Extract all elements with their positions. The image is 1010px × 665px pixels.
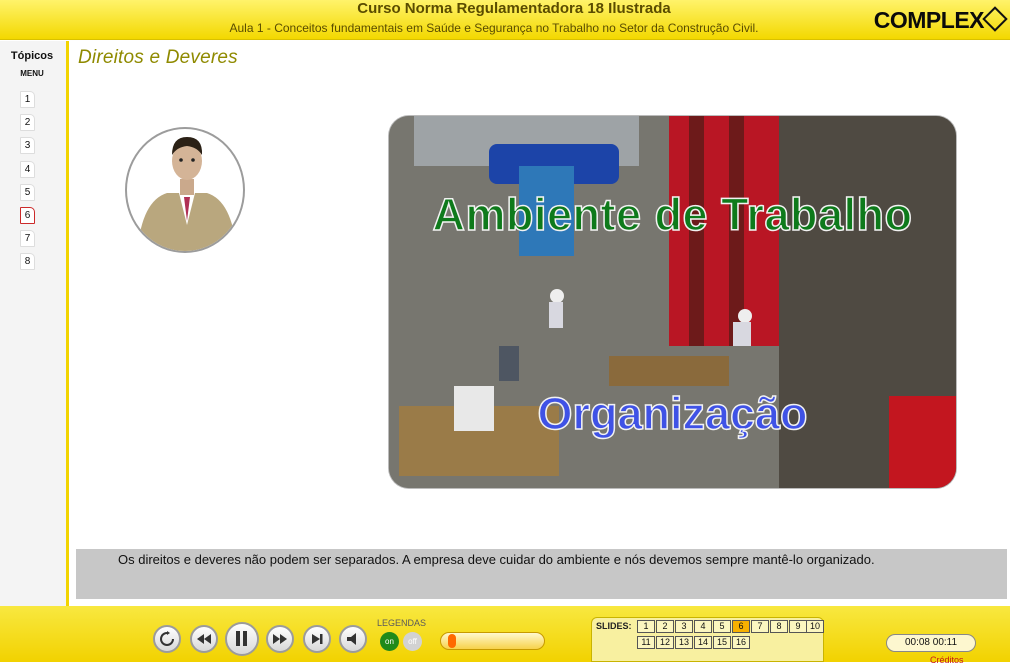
slide-button-14[interactable]: 14 bbox=[694, 636, 712, 649]
pause-icon bbox=[236, 631, 247, 646]
photo-subtitle: Organização bbox=[537, 387, 809, 440]
topic-item-2[interactable]: 2 bbox=[20, 114, 35, 131]
replay-button[interactable] bbox=[153, 625, 181, 653]
slide-button-11[interactable]: 11 bbox=[637, 636, 655, 649]
sidebar-menu-label: MENU bbox=[20, 69, 44, 78]
complex-logo: COMPLEX bbox=[873, 7, 985, 33]
volume-knob[interactable] bbox=[447, 634, 456, 648]
slide-button-8[interactable]: 8 bbox=[770, 620, 788, 633]
caption-text: Os direitos e deveres não podem ser sepa… bbox=[118, 552, 875, 567]
credits-link[interactable]: Créditos bbox=[930, 655, 964, 665]
skip-end-button[interactable] bbox=[303, 625, 331, 653]
slide-button-12[interactable]: 12 bbox=[656, 636, 674, 649]
slide-button-7[interactable]: 7 bbox=[751, 620, 769, 633]
slide-button-13[interactable]: 13 bbox=[675, 636, 693, 649]
volume-slider[interactable] bbox=[440, 632, 545, 650]
topic-item-4[interactable]: 4 bbox=[20, 161, 35, 178]
fast-forward-icon bbox=[273, 634, 287, 644]
slide-button-16[interactable]: 16 bbox=[732, 636, 750, 649]
slides-navigator: SLIDES: 1 2 3 4 5 6 7 8 9 10 11 12 13 14… bbox=[591, 617, 824, 662]
topics-sidebar: Tópicos MENU 1 2 3 4 5 6 7 8 bbox=[0, 41, 69, 606]
rewind-icon bbox=[197, 634, 211, 644]
slide-button-6[interactable]: 6 bbox=[732, 620, 750, 633]
replay-icon bbox=[160, 631, 174, 646]
slide-button-4[interactable]: 4 bbox=[694, 620, 712, 633]
slide-button-3[interactable]: 3 bbox=[675, 620, 693, 633]
captions-label: LEGENDAS bbox=[377, 618, 427, 628]
lesson-title: Aula 1 - Conceitos fundamentais em Saúde… bbox=[229, 21, 759, 35]
slides-label: SLIDES: bbox=[596, 621, 632, 631]
skip-end-icon bbox=[312, 634, 323, 644]
photo-title: Ambiente de Trabalho bbox=[432, 188, 913, 241]
slide-button-9[interactable]: 9 bbox=[789, 620, 807, 633]
page-title: Direitos e Deveres bbox=[78, 47, 238, 68]
mute-button[interactable] bbox=[339, 625, 367, 653]
sidebar-title: Tópicos bbox=[10, 50, 54, 62]
topic-item-7[interactable]: 7 bbox=[20, 230, 35, 247]
header-bar: Curso Norma Regulamentadora 18 Ilustrada… bbox=[0, 0, 1010, 40]
fast-forward-button[interactable] bbox=[266, 625, 294, 653]
course-title: Curso Norma Regulamentadora 18 Ilustrada bbox=[357, 0, 671, 17]
topic-item-8[interactable]: 8 bbox=[20, 253, 35, 270]
topic-item-1[interactable]: 1 bbox=[20, 91, 35, 108]
presenter-avatar bbox=[125, 127, 245, 253]
slide-button-15[interactable]: 15 bbox=[713, 636, 731, 649]
rewind-button[interactable] bbox=[190, 625, 218, 653]
pause-button[interactable] bbox=[225, 622, 259, 656]
topic-item-6[interactable]: 6 bbox=[20, 207, 35, 224]
slide-button-1[interactable]: 1 bbox=[637, 620, 655, 633]
captions-on-button[interactable]: on bbox=[380, 632, 399, 651]
slide-button-10[interactable]: 10 bbox=[806, 620, 824, 633]
time-display: 00:08 00:11 bbox=[886, 634, 976, 652]
player-bar: LEGENDAS on off SLIDES: 1 2 3 4 5 6 7 8 … bbox=[0, 606, 1010, 665]
construction-site-photo: Ambiente de Trabalho Organização bbox=[389, 116, 956, 488]
topic-item-3[interactable]: 3 bbox=[20, 137, 35, 154]
captions-off-button[interactable]: off bbox=[403, 632, 422, 651]
topic-item-5[interactable]: 5 bbox=[20, 184, 35, 201]
caption-bar: Os direitos e deveres não podem ser sepa… bbox=[76, 549, 1007, 599]
slide-button-2[interactable]: 2 bbox=[656, 620, 674, 633]
slide-button-5[interactable]: 5 bbox=[713, 620, 731, 633]
speaker-icon bbox=[347, 633, 356, 645]
